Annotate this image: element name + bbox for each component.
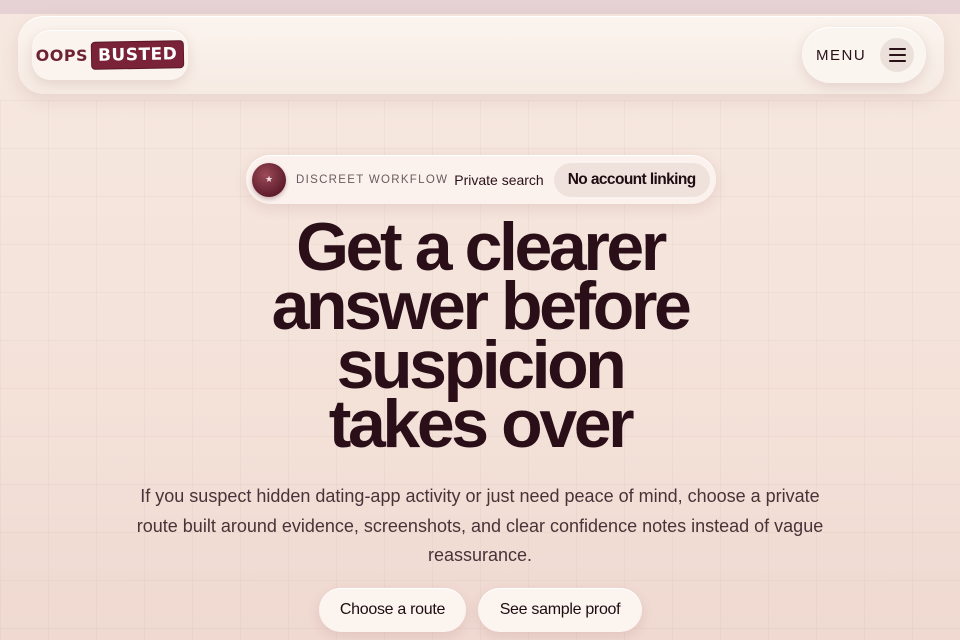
feature-pill: ★ DISCREET WORKFLOW Private search No ac… [246,155,716,204]
hamburger-icon [880,38,915,72]
choose-route-button[interactable]: Choose a route [319,588,466,632]
hero-headline: Get a clearer answer before suspicion ta… [0,213,960,462]
star-badge-icon: ★ [252,162,286,197]
hero-subtext: If you suspect hidden dating-app activit… [136,486,824,565]
logo-stamp-busted: BUSTED [90,40,185,70]
see-sample-proof-button[interactable]: See sample proof [478,588,642,632]
site-header: OOPS BUSTED MENU [18,16,944,94]
pill-chip-no-account-linking: No account linking [553,162,710,197]
pill-eyebrow: DISCREET WORKFLOW [296,173,449,186]
headline-line: takes over [328,386,635,462]
menu-label: MENU [816,46,867,64]
menu-button[interactable]: MENU [802,27,926,83]
pill-private-search: Private search [454,171,544,188]
logo-text-oops: OOPS [35,45,89,65]
logo[interactable]: OOPS BUSTED [32,30,188,80]
